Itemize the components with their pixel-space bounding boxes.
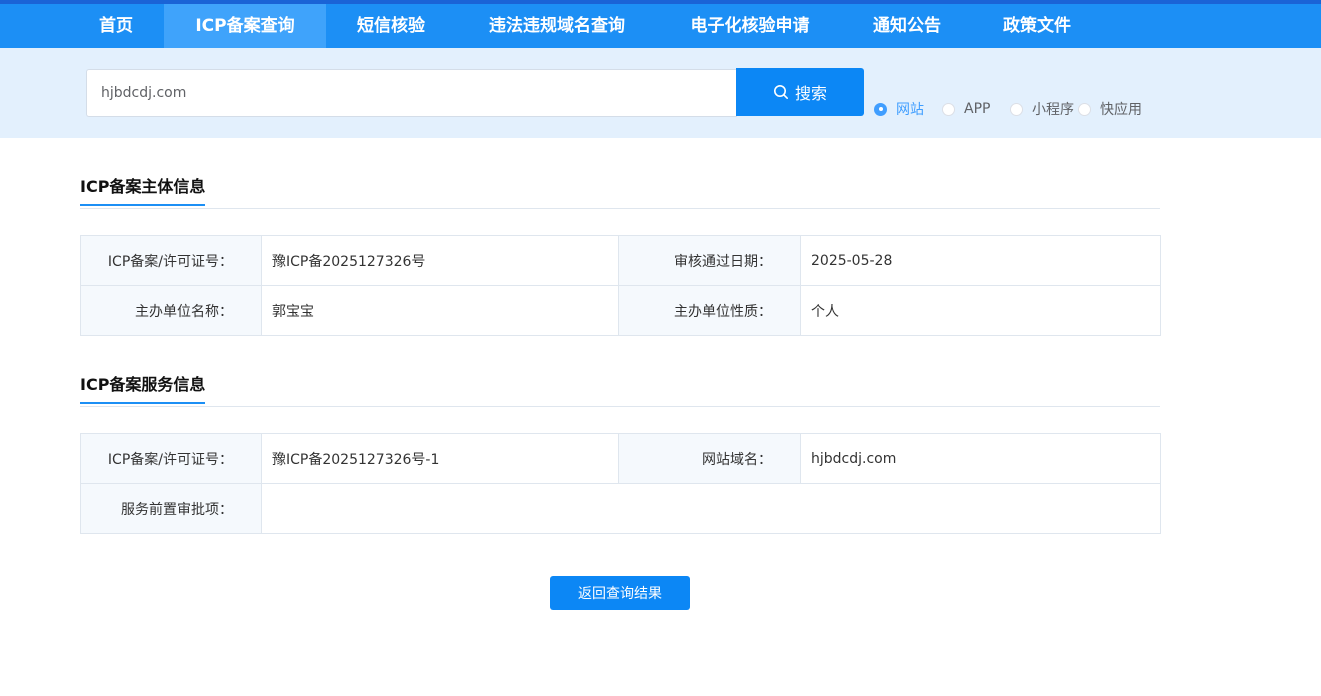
radio-label: 网站	[896, 102, 924, 118]
nav-icp-query[interactable]: ICP备案查询	[164, 4, 326, 48]
radio-label: APP	[964, 101, 991, 117]
nav-home[interactable]: 首页	[78, 4, 154, 48]
radio-circle-icon	[1078, 102, 1091, 116]
approval-date-label: 审核通过日期：	[618, 235, 801, 286]
table-row: 服务前置审批项：	[80, 483, 1161, 534]
radio-label: 快应用	[1100, 102, 1142, 118]
sponsor-nature-value: 个人	[800, 285, 1161, 336]
radio-circle-icon	[1010, 102, 1023, 116]
sponsor-name-label: 主办单位名称：	[80, 285, 262, 336]
table-row: ICP备案/许可证号： 豫ICP备2025127326号 审核通过日期： 202…	[80, 235, 1161, 286]
icp-license-value: 豫ICP备2025127326号	[261, 235, 619, 286]
radio-circle-icon	[874, 102, 887, 116]
subject-info-table: ICP备案/许可证号： 豫ICP备2025127326号 审核通过日期： 202…	[80, 235, 1161, 336]
service-license-label: ICP备案/许可证号：	[80, 433, 262, 484]
pre-approval-value	[261, 483, 1161, 534]
search-button-label: 搜索	[794, 84, 827, 103]
sponsor-nature-label: 主办单位性质：	[618, 285, 801, 336]
service-section-title: ICP备案服务信息	[80, 371, 206, 404]
radio-website[interactable]: 网站	[874, 100, 924, 118]
icp-license-label: ICP备案/许可证号：	[80, 235, 262, 286]
back-to-results-button[interactable]: 返回查询结果	[550, 576, 690, 610]
pre-approval-label: 服务前置审批项：	[80, 483, 262, 534]
subject-section-title: ICP备案主体信息	[80, 173, 206, 206]
radio-app[interactable]: APP	[942, 100, 990, 118]
radio-label: 小程序	[1032, 102, 1074, 118]
nav-electronic-verify-apply[interactable]: 电子化核验申请	[670, 4, 830, 48]
table-row: 主办单位名称： 郭宝宝 主办单位性质： 个人	[80, 285, 1161, 336]
nav-illegal-domain-query[interactable]: 违法违规域名查询	[466, 4, 648, 48]
nav-policy-docs[interactable]: 政策文件	[982, 4, 1092, 48]
sponsor-name-value: 郭宝宝	[261, 285, 619, 336]
radio-circle-icon	[942, 102, 955, 116]
table-row: ICP备案/许可证号： 豫ICP备2025127326号-1 网站域名： hjb…	[80, 433, 1161, 484]
nav-notices[interactable]: 通知公告	[852, 4, 962, 48]
service-license-value: 豫ICP备2025127326号-1	[261, 433, 619, 484]
section-divider	[80, 208, 1160, 209]
top-navigation: 首页 ICP备案查询 短信核验 违法违规域名查询 电子化核验申请 通知公告 政策…	[0, 0, 1321, 48]
website-domain-value: hjbdcdj.com	[800, 433, 1161, 484]
website-domain-label: 网站域名：	[618, 433, 801, 484]
search-area: 搜索 网站 APP 小程序 快应用	[0, 48, 1321, 138]
nav-sms-verify[interactable]: 短信核验	[336, 4, 446, 48]
approval-date-value: 2025-05-28	[800, 235, 1161, 286]
search-button[interactable]: 搜索	[736, 68, 864, 116]
service-info-table: ICP备案/许可证号： 豫ICP备2025127326号-1 网站域名： hjb…	[80, 433, 1161, 534]
radio-mini-program[interactable]: 小程序	[1010, 100, 1074, 118]
search-icon	[773, 85, 788, 99]
search-input[interactable]	[86, 69, 737, 117]
section-divider	[80, 406, 1160, 407]
radio-quick-app[interactable]: 快应用	[1078, 100, 1142, 118]
